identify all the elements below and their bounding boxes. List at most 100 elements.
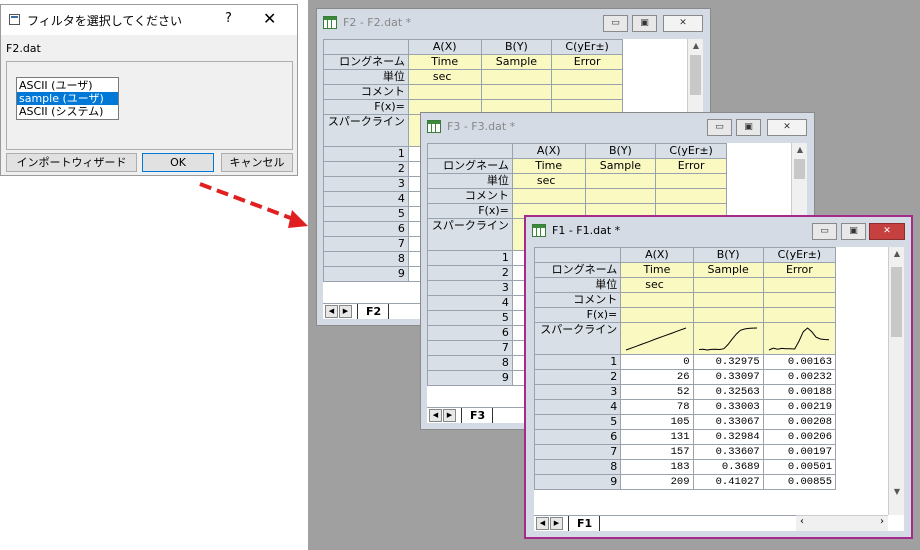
row-label-longname[interactable]: ロングネーム <box>427 158 513 174</box>
row-number[interactable]: 5 <box>534 414 622 430</box>
sparkline-cell[interactable] <box>620 322 694 355</box>
units-cell[interactable]: sec <box>407 69 482 85</box>
filter-list[interactable]: ASCII (ユーザ) sample (ユーザ) ASCII (システム) <box>16 77 119 120</box>
row-number[interactable]: 3 <box>534 384 622 400</box>
column-header[interactable]: A(X) <box>511 143 586 159</box>
units-cell[interactable] <box>762 277 837 293</box>
comment-cell[interactable] <box>692 292 764 308</box>
row-number[interactable]: 5 <box>323 206 409 222</box>
row-number[interactable]: 7 <box>427 340 513 356</box>
data-table[interactable]: A(X) B(Y) C(yEr±) ロングネーム Time Sample Error 単位… <box>534 247 837 490</box>
close-button[interactable]: ✕ <box>663 15 703 32</box>
tab-next-icon[interactable]: ▶ <box>339 305 352 318</box>
filter-list-item-selected[interactable]: sample (ユーザ) <box>17 92 118 105</box>
fx-cell[interactable] <box>620 307 694 323</box>
row-number[interactable]: 5 <box>427 310 513 326</box>
table-row[interactable]: 1 0 0.32975 0.00163 <box>534 354 837 370</box>
horizontal-scrollbar[interactable]: ‹ › <box>796 515 888 531</box>
scroll-thumb[interactable] <box>794 159 805 179</box>
close-button[interactable]: ✕ <box>767 119 807 136</box>
sheet-tab-f1[interactable]: F1 <box>568 516 600 531</box>
row-number[interactable]: 9 <box>323 266 409 282</box>
data-cell[interactable]: 0.00219 <box>762 399 837 415</box>
units-cell[interactable] <box>692 277 764 293</box>
row-number[interactable]: 2 <box>534 369 622 385</box>
corner-cell[interactable] <box>323 39 409 55</box>
units-cell[interactable] <box>480 69 553 85</box>
scroll-up-icon[interactable]: ▲ <box>889 247 904 261</box>
row-number[interactable]: 4 <box>534 399 622 415</box>
scroll-right-icon[interactable]: › <box>880 516 884 527</box>
column-header[interactable]: B(Y) <box>692 247 764 263</box>
units-cell[interactable]: sec <box>511 173 586 189</box>
scroll-left-icon[interactable]: ‹ <box>800 516 804 527</box>
row-number[interactable]: 3 <box>323 176 409 192</box>
row-label-sparkline[interactable]: スパークライン <box>323 114 409 147</box>
sparkline-cell[interactable] <box>762 322 837 355</box>
data-cell[interactable]: 0.3689 <box>692 459 764 475</box>
row-label-comment[interactable]: コメント <box>323 84 409 100</box>
data-cell[interactable]: 0.00197 <box>762 444 837 460</box>
longname-cell[interactable]: Error <box>762 262 837 278</box>
fx-cell[interactable] <box>762 307 837 323</box>
data-cell[interactable]: 26 <box>620 369 694 385</box>
data-cell[interactable]: 0.00206 <box>762 429 837 445</box>
row-label-units[interactable]: 単位 <box>427 173 513 189</box>
tab-next-icon[interactable]: ▶ <box>550 517 563 530</box>
data-cell[interactable]: 0.00501 <box>762 459 837 475</box>
table-row[interactable]: 2 26 0.33097 0.00232 <box>534 369 837 385</box>
sheet-tab-f3[interactable]: F3 <box>461 408 493 423</box>
tab-prev-icon[interactable]: ◀ <box>325 305 338 318</box>
row-number[interactable]: 4 <box>427 295 513 311</box>
data-cell[interactable]: 0.33097 <box>692 369 764 385</box>
table-row[interactable]: 3 52 0.32563 0.00188 <box>534 384 837 400</box>
help-icon[interactable]: ? <box>225 11 232 26</box>
table-row[interactable]: 9 209 0.41027 0.00855 <box>534 474 837 490</box>
row-number[interactable]: 8 <box>534 459 622 475</box>
maximize-button[interactable]: ▣ <box>736 119 761 136</box>
filter-list-item[interactable]: ASCII (システム) <box>17 105 118 118</box>
row-label-fx[interactable]: F(x)= <box>534 307 622 323</box>
scroll-up-icon[interactable]: ▲ <box>688 39 703 53</box>
row-number[interactable]: 6 <box>534 429 622 445</box>
import-wizard-button[interactable]: インポートウィザード <box>6 153 137 172</box>
row-number[interactable]: 6 <box>323 221 409 237</box>
units-cell[interactable] <box>584 173 657 189</box>
data-cell[interactable]: 0.00163 <box>762 354 837 370</box>
comment-cell[interactable] <box>655 188 727 204</box>
data-cell[interactable]: 0 <box>620 354 694 370</box>
row-label-units[interactable]: 単位 <box>323 69 409 85</box>
minimize-button[interactable]: ▭ <box>707 119 732 136</box>
vertical-scrollbar[interactable]: ▲ ▼ <box>888 247 904 515</box>
row-label-comment[interactable]: コメント <box>534 292 622 308</box>
maximize-button[interactable]: ▣ <box>841 223 866 240</box>
row-number[interactable]: 7 <box>323 236 409 252</box>
row-label-comment[interactable]: コメント <box>427 188 513 204</box>
row-number[interactable]: 8 <box>323 251 409 267</box>
data-cell[interactable]: 0.32975 <box>692 354 764 370</box>
row-label-longname[interactable]: ロングネーム <box>323 54 409 70</box>
window-title-bar[interactable]: F3 - F3.dat * ▭ ▣ ✕ <box>421 113 814 139</box>
column-header[interactable]: C(yEr±) <box>655 143 727 159</box>
row-label-fx[interactable]: F(x)= <box>427 203 513 219</box>
row-label-fx[interactable]: F(x)= <box>323 99 409 115</box>
fx-cell[interactable] <box>692 307 764 323</box>
longname-cell[interactable]: Error <box>551 54 623 70</box>
table-row[interactable]: 4 78 0.33003 0.00219 <box>534 399 837 415</box>
row-number[interactable]: 7 <box>534 444 622 460</box>
row-number[interactable]: 9 <box>534 474 622 490</box>
column-header[interactable]: B(Y) <box>584 143 657 159</box>
column-header[interactable]: C(yEr±) <box>551 39 623 55</box>
comment-cell[interactable] <box>480 84 553 100</box>
longname-cell[interactable]: Sample <box>692 262 764 278</box>
data-cell[interactable]: 0.32984 <box>692 429 764 445</box>
comment-cell[interactable] <box>511 188 586 204</box>
minimize-button[interactable]: ▭ <box>603 15 628 32</box>
corner-cell[interactable] <box>534 247 622 263</box>
column-header[interactable]: A(X) <box>407 39 482 55</box>
longname-cell[interactable]: Time <box>407 54 482 70</box>
window-title-bar[interactable]: F2 - F2.dat * ▭ ▣ ✕ <box>317 9 710 35</box>
longname-cell[interactable]: Sample <box>480 54 553 70</box>
data-cell[interactable]: 0.33003 <box>692 399 764 415</box>
data-cell[interactable]: 209 <box>620 474 694 490</box>
